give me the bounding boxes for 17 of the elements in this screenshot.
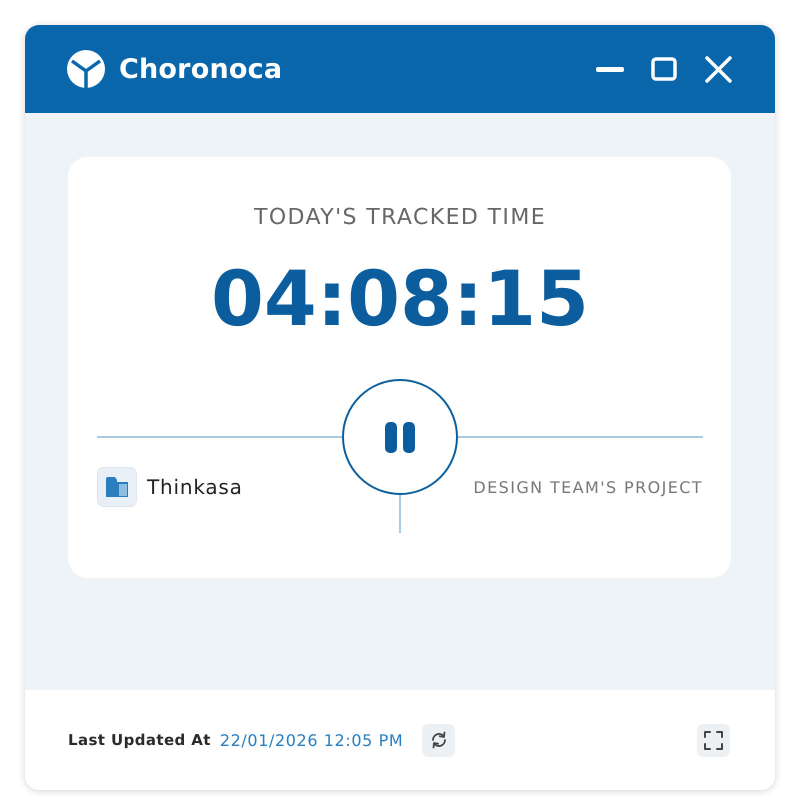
maximize-icon — [651, 57, 677, 81]
logo-icon — [67, 50, 105, 88]
last-updated-label: Last Updated At — [68, 731, 211, 749]
refresh-icon — [430, 731, 448, 749]
refresh-button[interactable] — [422, 724, 456, 756]
tracked-time: 04:08:15 — [210, 261, 590, 337]
project-name: DESIGN TEAM'S PROJECT — [473, 478, 703, 496]
app-title: Choronoca — [119, 54, 282, 84]
fullscreen-button[interactable] — [697, 724, 730, 756]
timer-heading: TODAY'S TRACKED TIME — [254, 205, 546, 231]
minimize-icon — [596, 66, 624, 72]
fullscreen-icon — [704, 730, 723, 750]
building-icon — [97, 467, 137, 507]
close-button[interactable] — [703, 54, 733, 84]
close-icon — [704, 56, 732, 82]
client-name: Thinkasa — [147, 475, 243, 499]
last-updated-timestamp: 22/01/2026 12:05 PM — [220, 730, 404, 750]
